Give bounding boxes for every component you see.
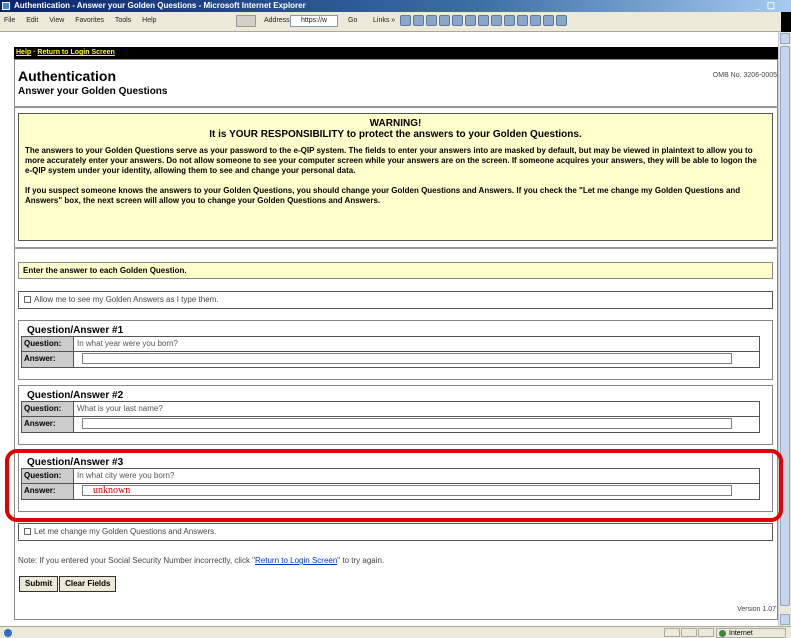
toolbar-edge xyxy=(781,12,791,32)
go-button[interactable]: Go xyxy=(348,17,357,24)
warning-box: WARNING! It is YOUR RESPONSIBILITY to pr… xyxy=(18,113,773,241)
discuss-icon[interactable] xyxy=(543,15,554,26)
toolbar-dropdown-button[interactable] xyxy=(236,15,256,27)
status-bar: Internet xyxy=(0,626,791,638)
security-zone: Internet xyxy=(716,628,786,638)
back-icon[interactable] xyxy=(400,15,411,26)
answer-input-2[interactable] xyxy=(82,418,732,429)
vertical-scrollbar[interactable] xyxy=(778,32,791,626)
question-text-1: In what year were you born? xyxy=(77,339,178,348)
zone-label: Internet xyxy=(729,630,753,637)
menu-file[interactable]: File xyxy=(4,17,15,24)
favorites-icon[interactable] xyxy=(478,15,489,26)
show-answers-row: Allow me to see my Golden Answers as I t… xyxy=(18,291,773,309)
answer-row: Answer: xyxy=(22,417,759,432)
question-label: Question: xyxy=(22,402,74,416)
toolbar-icons xyxy=(400,15,569,28)
edit-icon[interactable] xyxy=(530,15,541,26)
window-title: Authentication - Answer your Golden Ques… xyxy=(14,1,306,10)
form-buttons: Submit Clear Fields xyxy=(19,576,117,592)
scroll-down-icon[interactable] xyxy=(780,614,790,625)
red-highlight-annotation xyxy=(5,449,783,522)
show-answers-checkbox[interactable] xyxy=(24,296,31,303)
submit-button[interactable]: Submit xyxy=(19,576,59,592)
qa-group-1: Question/Answer #1 Question: In what yea… xyxy=(18,320,773,380)
warning-title: WARNING! xyxy=(369,118,422,129)
menu-bar: File Edit View Favorites Tools Help xyxy=(4,17,166,24)
print-icon[interactable] xyxy=(517,15,528,26)
page-status-icon xyxy=(4,629,12,637)
header-divider xyxy=(14,106,778,108)
refresh-icon[interactable] xyxy=(439,15,450,26)
stop-icon[interactable] xyxy=(426,15,437,26)
menu-edit[interactable]: Edit xyxy=(26,17,38,24)
qa-table-1: Question: In what year were you born? An… xyxy=(21,336,760,368)
address-label: Address xyxy=(264,17,290,24)
search-icon[interactable] xyxy=(465,15,476,26)
address-bar[interactable]: https://w xyxy=(290,15,338,27)
note-text-before: Note: If you entered your Social Securit… xyxy=(18,556,256,565)
menu-help[interactable]: Help xyxy=(142,17,156,24)
top-nav: Help · Return to Login Screen xyxy=(14,47,778,59)
browser-toolbar: File Edit View Favorites Tools Help Addr… xyxy=(0,12,791,32)
answer-label: Answer: xyxy=(22,352,74,367)
question-row: Question: In what year were you born? xyxy=(22,337,759,352)
version-label: Version 1.07 xyxy=(737,606,776,613)
warning-divider xyxy=(14,247,778,249)
answer-row: Answer: xyxy=(22,352,759,367)
qa-heading-1: Question/Answer #1 xyxy=(27,325,126,336)
menu-tools[interactable]: Tools xyxy=(115,17,131,24)
change-questions-checkbox[interactable] xyxy=(24,528,31,535)
note-text-after: " to try again. xyxy=(337,556,385,565)
status-pane xyxy=(664,628,680,637)
globe-icon xyxy=(719,630,726,637)
answer-input-1[interactable] xyxy=(82,353,732,364)
page-subtitle: Answer your Golden Questions xyxy=(18,86,168,97)
forward-icon[interactable] xyxy=(413,15,424,26)
answer-label: Answer: xyxy=(22,417,74,432)
menu-view[interactable]: View xyxy=(49,17,64,24)
page-header: Authentication Answer your Golden Questi… xyxy=(18,68,167,97)
warning-subtitle: It is YOUR RESPONSIBILITY to protect the… xyxy=(209,129,582,140)
nav-separator: · xyxy=(33,49,36,56)
page-title: Authentication xyxy=(18,68,116,84)
question-label: Question: xyxy=(22,337,74,351)
menu-favorites[interactable]: Favorites xyxy=(75,17,104,24)
window-controls[interactable]: _ ☐ xyxy=(755,0,777,12)
links-button[interactable]: Links » xyxy=(373,17,395,24)
home-icon[interactable] xyxy=(452,15,463,26)
clear-fields-button[interactable]: Clear Fields xyxy=(59,576,117,592)
mail-icon[interactable] xyxy=(504,15,515,26)
window-title-bar[interactable]: Authentication - Answer your Golden Ques… xyxy=(0,0,791,12)
status-pane xyxy=(698,628,714,637)
messenger-icon[interactable] xyxy=(556,15,567,26)
omb-number: OMB No. 3206-0005 xyxy=(712,72,777,79)
change-questions-label: Let me change my Golden Questions and An… xyxy=(34,527,217,536)
ssn-note: Note: If you entered your Social Securit… xyxy=(18,556,384,565)
warning-paragraph-2: If you suspect someone knows the answers… xyxy=(25,186,741,205)
scroll-up-icon[interactable] xyxy=(780,33,790,44)
show-answers-label: Allow me to see my Golden Answers as I t… xyxy=(34,295,219,304)
question-text-2: What is your last name? xyxy=(77,404,163,413)
ie-icon xyxy=(2,2,10,10)
question-row: Question: What is your last name? xyxy=(22,402,759,417)
scroll-thumb[interactable] xyxy=(780,46,790,606)
help-link[interactable]: Help xyxy=(16,49,31,56)
status-panes xyxy=(664,628,715,638)
qa-group-2: Question/Answer #2 Question: What is you… xyxy=(18,385,773,445)
note-return-link[interactable]: Return to Login Screen xyxy=(255,556,337,565)
return-to-login-link[interactable]: Return to Login Screen xyxy=(37,49,114,56)
qa-table-2: Question: What is your last name? Answer… xyxy=(21,401,760,433)
instruction-bar: Enter the answer to each Golden Question… xyxy=(18,262,773,279)
history-icon[interactable] xyxy=(491,15,502,26)
change-questions-row: Let me change my Golden Questions and An… xyxy=(18,523,773,541)
status-pane xyxy=(681,628,697,637)
warning-paragraph-1: The answers to your Golden Questions ser… xyxy=(25,146,757,175)
qa-heading-2: Question/Answer #2 xyxy=(27,390,126,401)
